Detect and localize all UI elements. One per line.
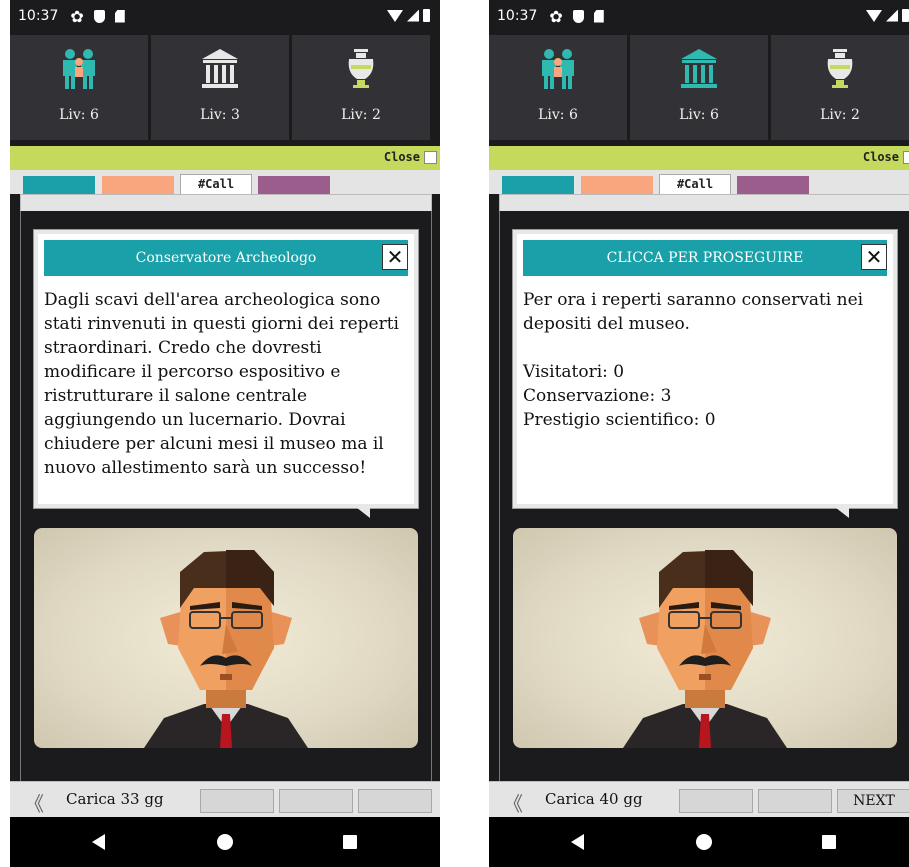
nav-recents-icon[interactable] [343,835,357,849]
shield-icon [572,9,584,23]
days-counter: Carica 33 gg [66,790,164,808]
battery-icon [902,9,909,22]
nav-back-icon[interactable] [92,834,105,850]
status-right-icons [387,9,430,22]
android-nav-bar [489,817,909,867]
bottom-button-2[interactable] [758,789,832,813]
vase-icon [348,49,374,88]
days-counter: Carica 40 gg [545,790,643,808]
dialog-text: Per ora i reperti saranno conservati nei… [523,290,864,430]
visitors-icon [542,49,574,89]
status-bar: 10:37 ✿ [10,0,440,32]
nav-home-icon[interactable] [696,834,712,850]
bottom-bar: 《 Carica 40 gg NEXT [489,781,909,817]
battery-icon [423,9,430,22]
signal-icon [407,9,419,22]
close-checkbox[interactable] [424,151,437,164]
nav-recents-icon[interactable] [822,835,836,849]
stat-tile-collection[interactable]: Liv: 2 [292,35,430,140]
speech-dialog: CLICCA PER PROSEGUIRE ✕ Per ora i repert… [513,230,897,518]
tab-purple[interactable] [737,176,809,194]
dialog-title[interactable]: CLICCA PER PROSEGUIRE [523,240,887,276]
stat-tile-museum[interactable]: Liv: 6 [630,35,768,140]
museum-icon [681,49,717,88]
nav-back-icon[interactable] [571,834,584,850]
close-checkbox[interactable] [903,151,909,164]
wifi-icon [387,9,403,22]
tab-teal[interactable] [502,176,574,194]
stat-tile-visitors[interactable]: Liv: 6 [489,35,627,140]
dialog-body: Dagli scavi dell'area archeologica sono … [44,288,408,480]
speech-dialog: Conservatore Archeologo ✕ Dagli scavi de… [34,230,418,518]
phone-screen-2: 10:37 ✿ Liv: 6 Liv: 6 Liv: 2 Close #Call… [489,0,909,867]
bottom-button-1[interactable] [200,789,274,813]
speech-tail [352,504,370,518]
stat-level: Liv: 6 [538,107,578,123]
status-time: 10:37 [18,8,59,24]
close-bar: Close [10,146,440,170]
stat-level: Liv: 6 [679,107,719,123]
tab-teal[interactable] [23,176,95,194]
dialog-close-button[interactable]: ✕ [382,244,408,270]
bottom-button-3[interactable] [358,789,432,813]
dialog-body: Per ora i reperti saranno conservati nei… [523,288,887,432]
status-right-icons [866,9,909,22]
stat-level: Liv: 6 [59,107,99,123]
tab-call[interactable]: #Call [659,174,731,194]
shield-icon [93,9,105,23]
settings-gear-icon: ✿ [549,6,563,26]
bottom-button-2[interactable] [279,789,353,813]
dialog-title: Conservatore Archeologo [44,240,408,276]
stats-bar: Liv: 6 Liv: 3 Liv: 2 [10,32,440,144]
dialog-close-button[interactable]: ✕ [861,244,887,270]
stat-tile-museum[interactable]: Liv: 3 [151,35,289,140]
archaeologist-illustration [623,550,787,748]
tab-salmon[interactable] [102,176,174,194]
stats-bar: Liv: 6 Liv: 6 Liv: 2 [489,32,909,144]
tab-salmon[interactable] [581,176,653,194]
close-label: Close [862,150,899,164]
next-button[interactable]: NEXT [837,789,909,813]
dialog-text: Dagli scavi dell'area archeologica sono … [44,290,405,478]
vase-icon [827,49,853,88]
bottom-button-1[interactable] [679,789,753,813]
visitors-icon [63,49,95,89]
panel-header [20,194,432,211]
speech-tail [831,504,849,518]
character-portrait [513,528,897,748]
stat-level: Liv: 3 [200,107,240,123]
settings-gear-icon: ✿ [70,6,84,26]
stat-level: Liv: 2 [820,107,860,123]
panel-header [499,194,909,211]
back-arrows-icon[interactable]: 《 [503,788,523,817]
status-time: 10:37 [497,8,538,24]
close-bar: Close [489,146,909,170]
tab-call[interactable]: #Call [180,174,252,194]
phone-screen-1: 10:37 ✿ Liv: 6 Liv: 3 Liv: 2 Close #Call… [10,0,440,867]
sd-card-icon [114,9,125,23]
category-tabs: #Call [10,170,440,194]
bottom-bar: 《 Carica 33 gg [10,781,440,817]
museum-icon [202,49,238,88]
nav-home-icon[interactable] [217,834,233,850]
close-label: Close [383,150,420,164]
stat-tile-visitors[interactable]: Liv: 6 [10,35,148,140]
character-portrait [34,528,418,748]
wifi-icon [866,9,882,22]
stat-tile-collection[interactable]: Liv: 2 [771,35,909,140]
sd-card-icon [593,9,604,23]
tab-purple[interactable] [258,176,330,194]
back-arrows-icon[interactable]: 《 [24,788,44,817]
status-bar: 10:37 ✿ [489,0,909,32]
signal-icon [886,9,898,22]
android-nav-bar [10,817,440,867]
category-tabs: #Call [489,170,909,194]
stat-level: Liv: 2 [341,107,381,123]
archaeologist-illustration [144,550,308,748]
